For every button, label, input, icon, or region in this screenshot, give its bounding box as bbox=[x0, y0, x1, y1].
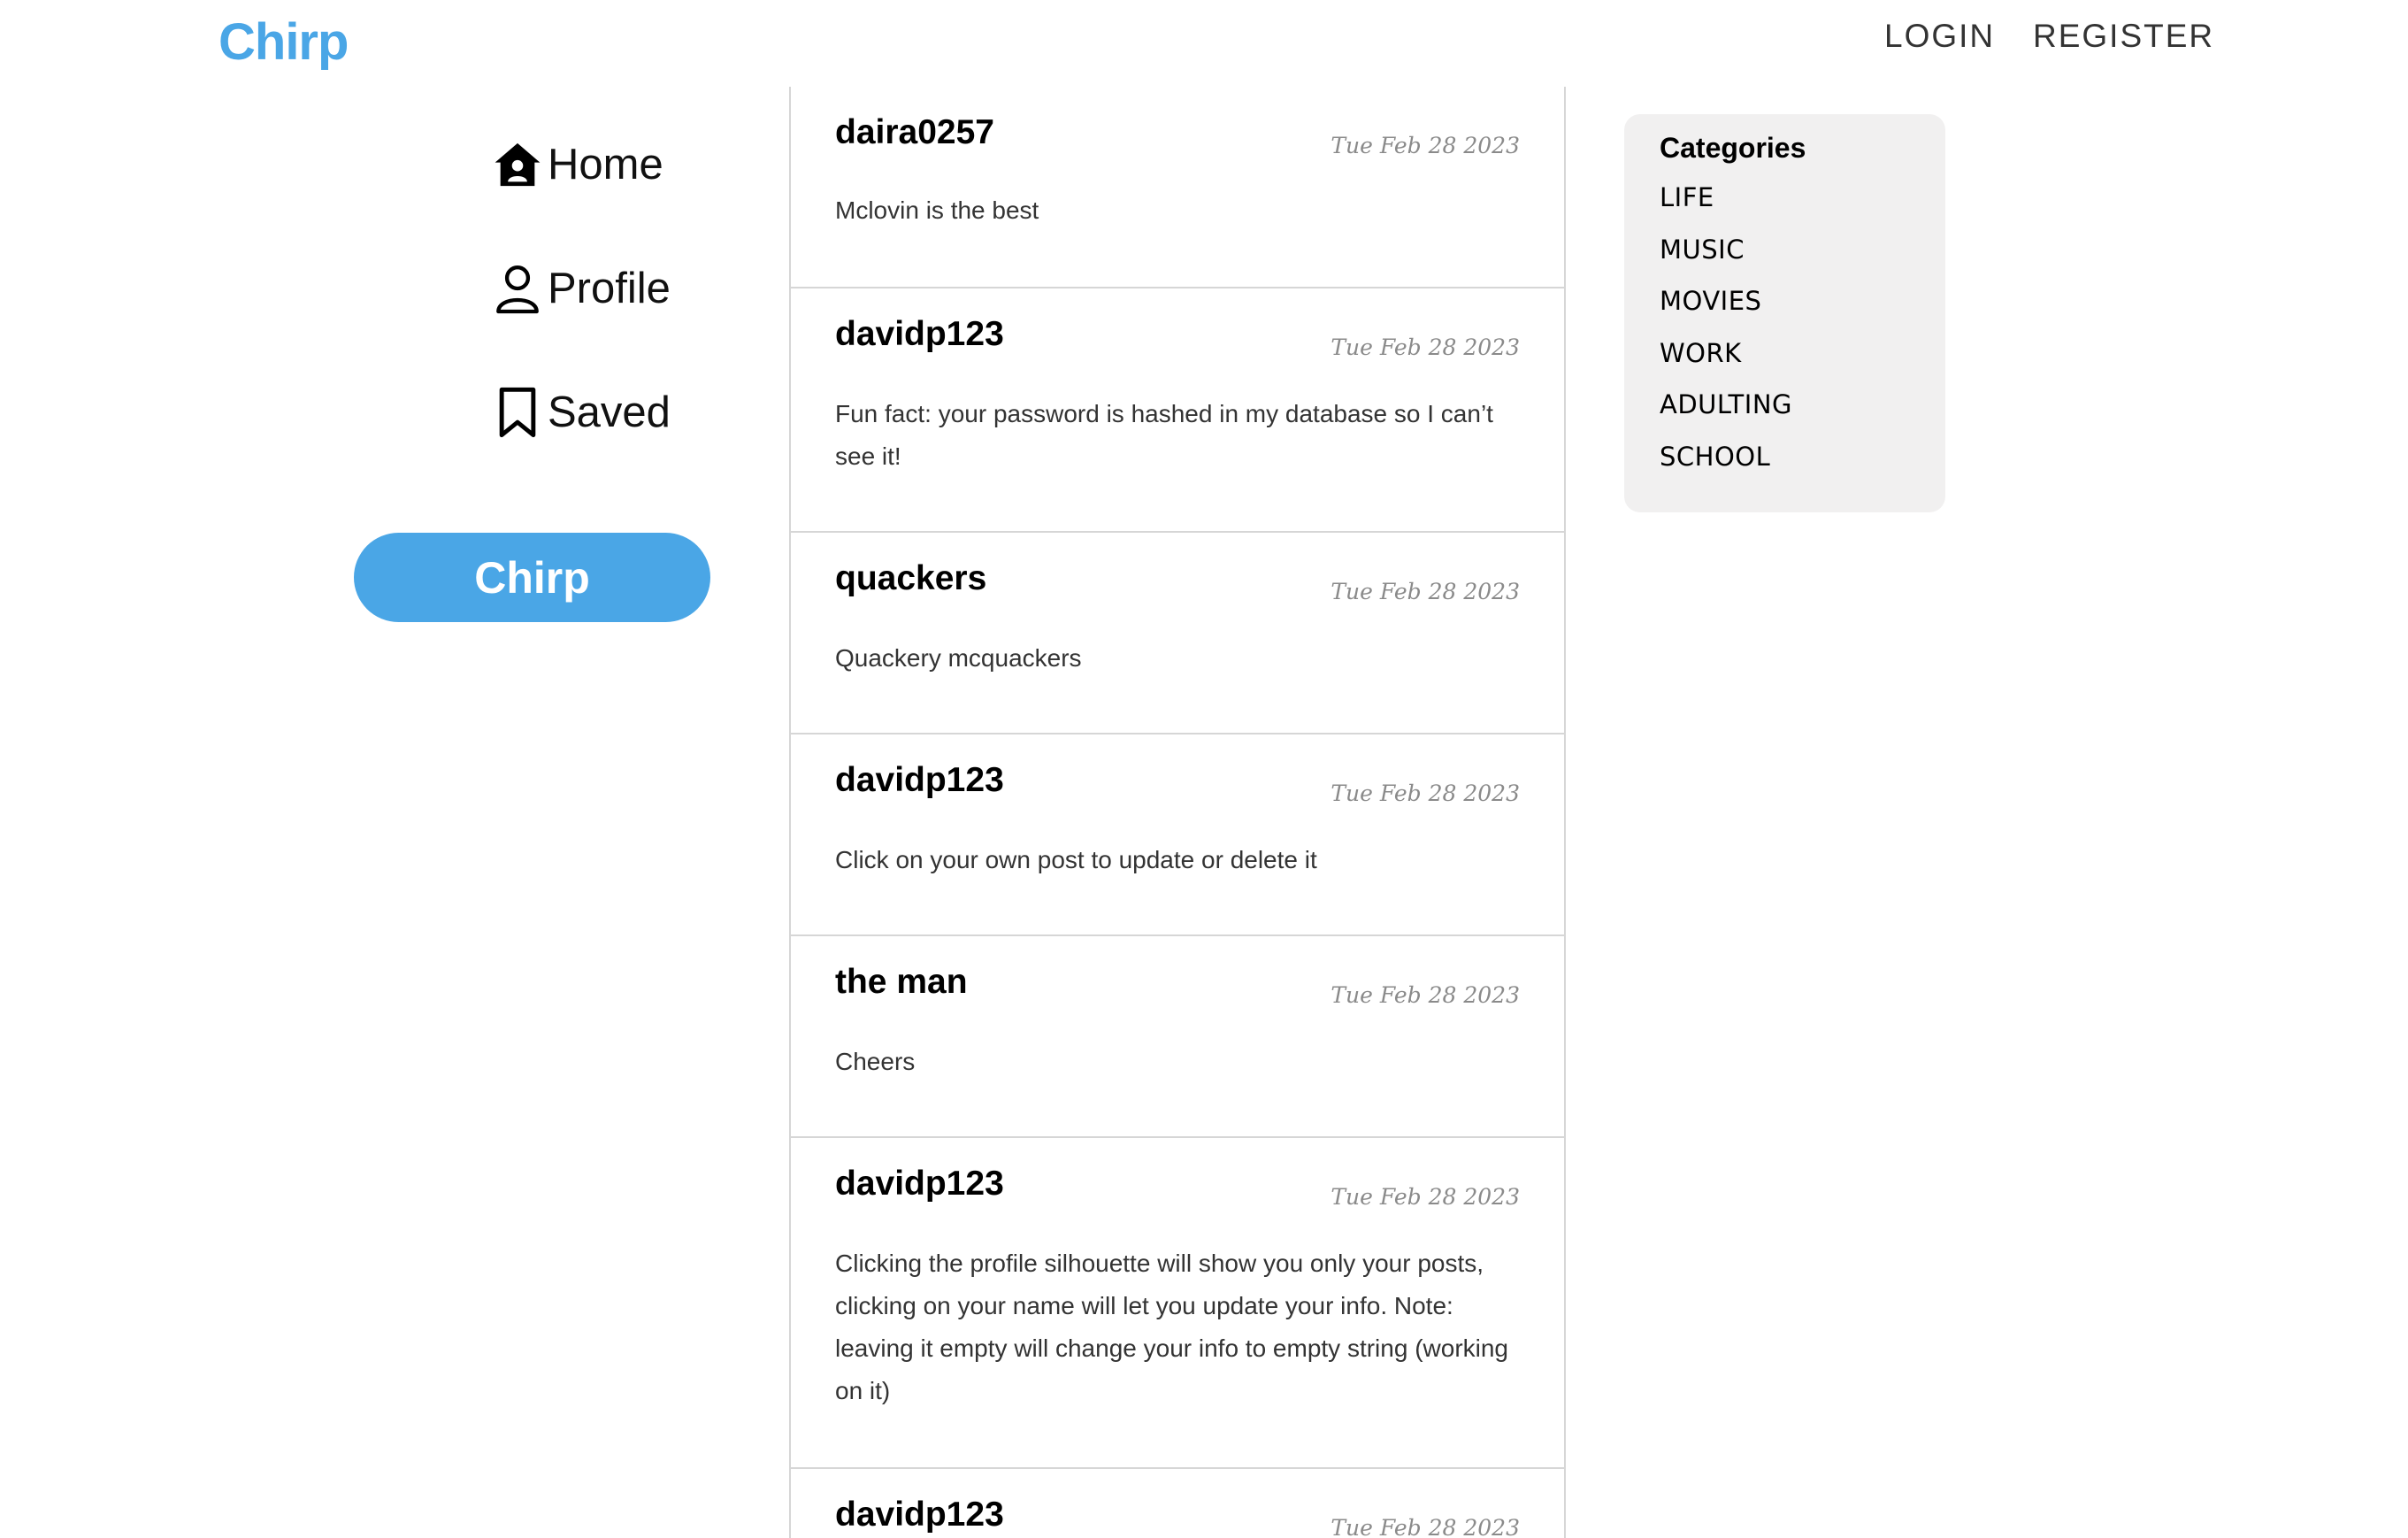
post-date: Tue Feb 28 2023 bbox=[1331, 579, 1520, 604]
sidebar-item-label: Saved bbox=[548, 388, 671, 436]
post-date: Tue Feb 28 2023 bbox=[1331, 1515, 1520, 1538]
login-link[interactable]: LOGIN bbox=[1884, 18, 1995, 55]
post-author[interactable]: davidp123 bbox=[835, 1165, 1004, 1203]
sidebar-item-label: Home bbox=[548, 141, 663, 188]
post-date: Tue Feb 28 2023 bbox=[1331, 335, 1520, 360]
sidebar-item-saved[interactable]: Saved bbox=[491, 386, 671, 439]
logo[interactable]: Chirp bbox=[219, 12, 349, 72]
category-item-work[interactable]: WORK bbox=[1660, 327, 1910, 380]
post-date: Tue Feb 28 2023 bbox=[1331, 133, 1520, 158]
post-card[interactable]: davidp123 Tue Feb 28 2023 Fun fact: your… bbox=[791, 288, 1564, 533]
post-card[interactable]: davidp123 Tue Feb 28 2023 Click on your … bbox=[791, 734, 1564, 936]
post-card[interactable]: daira0257 Tue Feb 28 2023 Mclovin is the… bbox=[791, 87, 1564, 288]
post-body: Click on your own post to update or dele… bbox=[835, 846, 1317, 873]
post-author[interactable]: the man bbox=[835, 963, 968, 1002]
category-item-movies[interactable]: MOVIES bbox=[1660, 275, 1910, 327]
post-body: Clicking the profile silhouette will sho… bbox=[835, 1250, 1509, 1404]
post-card[interactable]: the man Tue Feb 28 2023 Cheers bbox=[791, 936, 1564, 1138]
category-item-school[interactable]: SCHOOL bbox=[1660, 431, 1910, 483]
post-card[interactable]: quackers Tue Feb 28 2023 Quackery mcquac… bbox=[791, 533, 1564, 734]
post-feed[interactable]: daira0257 Tue Feb 28 2023 Mclovin is the… bbox=[789, 87, 1566, 1538]
post-date: Tue Feb 28 2023 bbox=[1331, 1184, 1520, 1210]
post-body: Quackery mcquackers bbox=[835, 644, 1082, 672]
category-item-life[interactable]: LIFE bbox=[1660, 172, 1910, 224]
user-icon bbox=[491, 262, 544, 315]
post-date: Tue Feb 28 2023 bbox=[1331, 781, 1520, 806]
post-author[interactable]: davidp123 bbox=[835, 1496, 1004, 1534]
post-body: Fun fact: your password is hashed in my … bbox=[835, 400, 1493, 470]
post-date: Tue Feb 28 2023 bbox=[1331, 982, 1520, 1008]
post-card[interactable]: davidp123 Tue Feb 28 2023 bbox=[791, 1469, 1564, 1538]
sidebar-item-label: Profile bbox=[548, 265, 671, 312]
categories-panel: Categories LIFE MUSIC MOVIES WORK ADULTI… bbox=[1624, 114, 1945, 512]
home-icon bbox=[491, 138, 544, 191]
post-author[interactable]: quackers bbox=[835, 559, 986, 598]
bookmark-icon bbox=[491, 386, 544, 439]
post-body: Cheers bbox=[835, 1048, 916, 1075]
post-author[interactable]: davidp123 bbox=[835, 761, 1004, 800]
post-author[interactable]: daira0257 bbox=[835, 113, 994, 152]
post-author[interactable]: davidp123 bbox=[835, 315, 1004, 354]
category-item-adulting[interactable]: ADULTING bbox=[1660, 379, 1910, 431]
category-item-music[interactable]: MUSIC bbox=[1660, 224, 1910, 276]
chirp-button[interactable]: Chirp bbox=[354, 533, 710, 622]
register-link[interactable]: REGISTER bbox=[2033, 18, 2214, 55]
sidebar-item-profile[interactable]: Profile bbox=[491, 262, 671, 315]
sidebar-item-home[interactable]: Home bbox=[491, 138, 663, 191]
categories-title: Categories bbox=[1660, 132, 1806, 164]
post-body: Mclovin is the best bbox=[835, 196, 1039, 224]
post-card[interactable]: davidp123 Tue Feb 28 2023 Clicking the p… bbox=[791, 1138, 1564, 1469]
